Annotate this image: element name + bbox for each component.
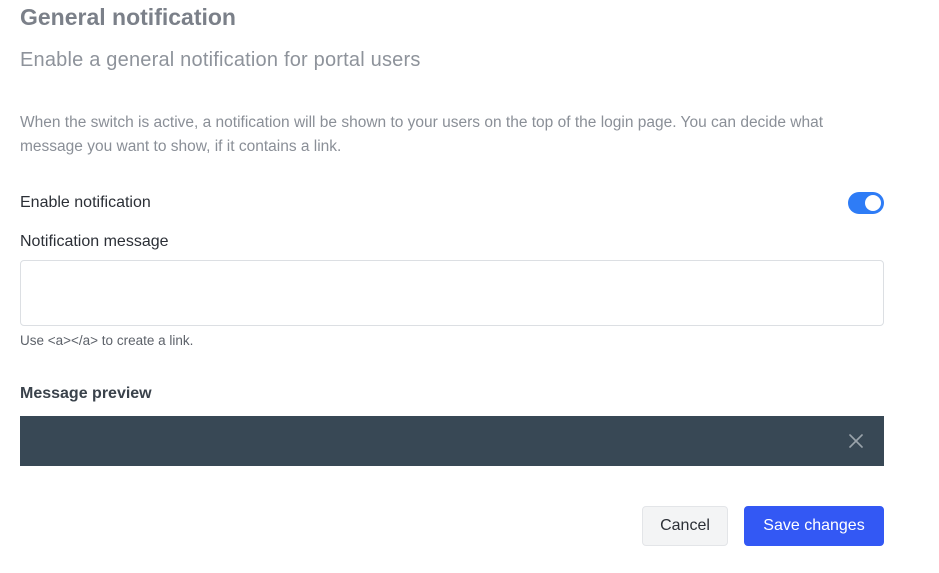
general-notification-panel: General notification Enable a general no… — [0, 0, 939, 573]
page-subtitle: Enable a general notification for portal… — [20, 49, 421, 71]
message-preview-bar — [20, 416, 884, 466]
notification-message-label: Notification message — [20, 233, 169, 250]
save-changes-button[interactable]: Save changes — [744, 506, 884, 546]
cancel-button[interactable]: Cancel — [642, 506, 728, 546]
enable-notification-label: Enable notification — [20, 194, 151, 211]
notification-message-input[interactable] — [20, 260, 884, 326]
enable-notification-toggle[interactable] — [848, 192, 884, 214]
toggle-knob — [865, 195, 881, 211]
description-text: When the switch is active, a notificatio… — [20, 114, 824, 155]
link-help-text: Use <a></a> to create a link. — [20, 333, 194, 348]
message-preview-label: Message preview — [20, 385, 152, 402]
page-title: General notification — [20, 4, 236, 30]
close-icon[interactable] — [849, 434, 863, 448]
